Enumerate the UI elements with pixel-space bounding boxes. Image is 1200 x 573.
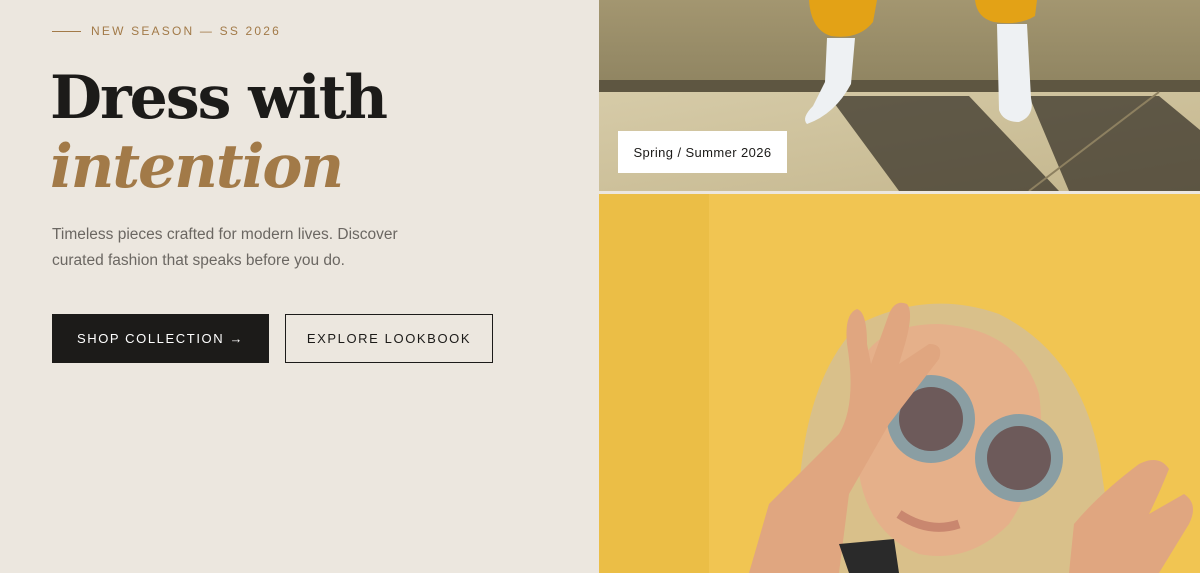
model-photo-art: [599, 194, 1200, 573]
explore-lookbook-button[interactable]: EXPLORE LOOKBOOK: [285, 314, 493, 363]
model-photo: [599, 194, 1200, 573]
headline-line-2: intention: [50, 132, 344, 202]
eyebrow-line: [52, 30, 81, 32]
eyebrow-text: NEW SEASON — SS 2026: [91, 24, 282, 38]
hero-gallery: Spring / Summer 2026: [599, 0, 1200, 573]
season-eyebrow: NEW SEASON — SS 2026: [52, 24, 281, 38]
boots-photo: Spring / Summer 2026: [599, 0, 1200, 191]
hero-content: NEW SEASON — SS 2026 Dress with intentio…: [0, 0, 598, 573]
hero-description: Timeless pieces crafted for modern lives…: [52, 226, 398, 269]
shop-collection-button[interactable]: SHOP COLLECTION →: [52, 314, 269, 363]
headline-line-1: Dress with: [50, 63, 388, 133]
season-caption: Spring / Summer 2026: [618, 131, 787, 173]
